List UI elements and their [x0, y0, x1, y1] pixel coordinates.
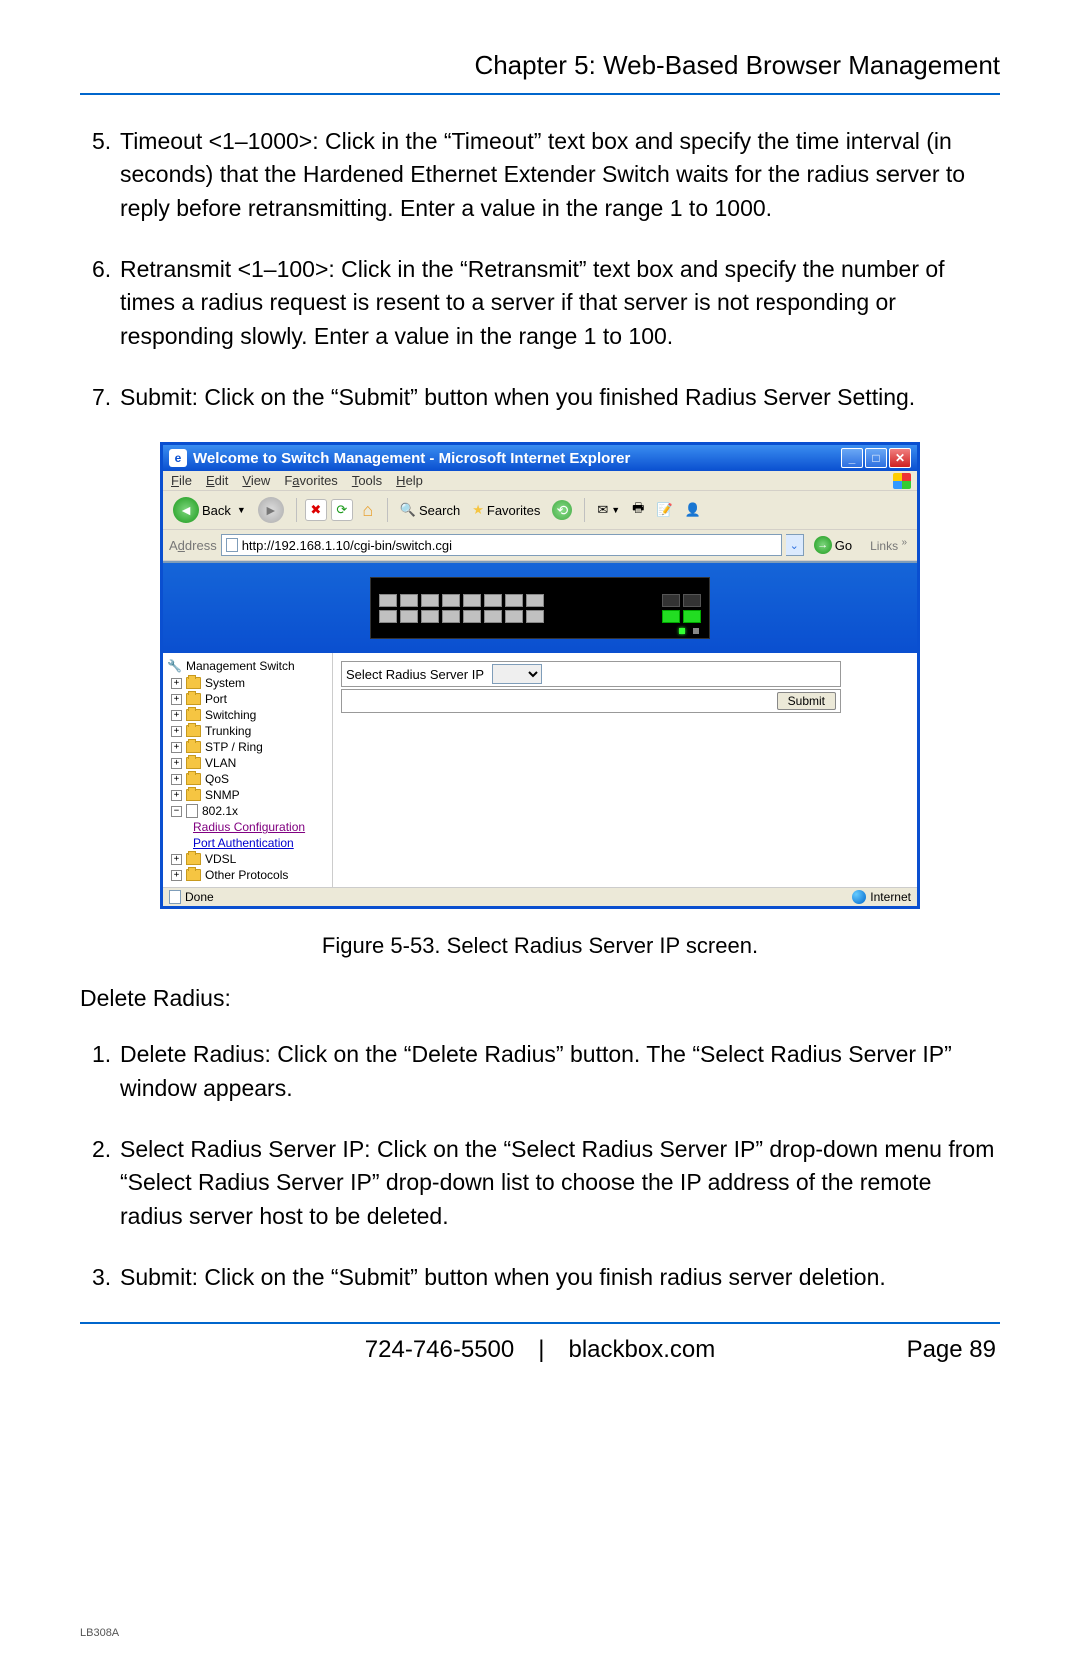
- figure-caption: Figure 5-53. Select Radius Server IP scr…: [80, 933, 1000, 959]
- item-number: 6.: [92, 253, 120, 353]
- status-text: Done: [185, 890, 214, 904]
- home-button[interactable]: ⌂: [357, 499, 379, 521]
- address-bar: Address http://192.168.1.10/cgi-bin/swit…: [163, 530, 917, 561]
- menu-bar: File Edit View Favorites Tools Help: [163, 471, 917, 490]
- status-bar: Done Internet: [163, 887, 917, 906]
- tree-item-other-protocols[interactable]: +Other Protocols: [163, 867, 332, 883]
- edit-button[interactable]: 📝: [652, 500, 676, 520]
- menu-help[interactable]: Help: [396, 473, 423, 488]
- body-top: 5.Timeout <1–1000>: Click in the “Timeou…: [92, 125, 1000, 414]
- address-label: Address: [169, 538, 217, 553]
- toolbar: ◄Back▼ ► ✖ ⟳ ⌂ 🔍Search ★Favorites ⟲ ✉▼ 🖶…: [163, 490, 917, 530]
- tree-item-switching[interactable]: +Switching: [163, 707, 332, 723]
- model-number: LB308A: [80, 1627, 119, 1639]
- form-label: Select Radius Server IP: [346, 667, 484, 682]
- footer-contact: 724-746-5500 | blackbox.com: [204, 1336, 876, 1364]
- favorites-button[interactable]: ★Favorites: [468, 500, 544, 520]
- browser-window: e Welcome to Switch Management - Microso…: [160, 442, 920, 909]
- item-text: Retransmit <1–100>: Click in the “Retran…: [120, 253, 1000, 353]
- submit-button[interactable]: Submit: [777, 692, 836, 710]
- tree-link-radius-config[interactable]: Radius Configuration: [193, 819, 332, 835]
- address-dropdown[interactable]: ⌄: [786, 534, 804, 556]
- forward-button[interactable]: ►: [254, 495, 288, 525]
- item-number: 5.: [92, 125, 120, 225]
- tree-item-snmp[interactable]: +SNMP: [163, 787, 332, 803]
- menu-edit[interactable]: Edit: [206, 473, 228, 488]
- switch-device-graphic: [370, 577, 710, 639]
- maximize-button[interactable]: □: [865, 448, 887, 468]
- windows-flag-icon: [893, 473, 911, 489]
- item-text: Timeout <1–1000>: Click in the “Timeout”…: [120, 125, 1000, 225]
- menu-file[interactable]: File: [171, 473, 192, 488]
- rule-top: [80, 93, 1000, 95]
- minimize-button[interactable]: _: [841, 448, 863, 468]
- back-button[interactable]: ◄Back▼: [169, 495, 250, 525]
- item-text: Submit: Click on the “Submit” button whe…: [120, 381, 1000, 414]
- tree-item-system[interactable]: +System: [163, 675, 332, 691]
- messenger-button[interactable]: 👤: [681, 500, 705, 520]
- menu-favorites[interactable]: Favorites: [284, 473, 337, 488]
- address-input[interactable]: http://192.168.1.10/cgi-bin/switch.cgi: [221, 534, 782, 556]
- tree-root[interactable]: 🔧 Management Switch: [163, 657, 332, 675]
- device-banner: [163, 563, 917, 653]
- url-text: http://192.168.1.10/cgi-bin/switch.cgi: [242, 538, 452, 553]
- page-number: Page 89: [876, 1336, 996, 1364]
- chapter-title: Chapter 5: Web-Based Browser Management: [80, 50, 1000, 81]
- print-button[interactable]: 🖶: [628, 497, 648, 523]
- tree-item-vlan[interactable]: +VLAN: [163, 755, 332, 771]
- search-button[interactable]: 🔍Search: [396, 500, 464, 520]
- tree-item-port[interactable]: +Port: [163, 691, 332, 707]
- tree-item-qos[interactable]: +QoS: [163, 771, 332, 787]
- links-label[interactable]: Links »: [866, 537, 911, 553]
- item-number: 3.: [92, 1261, 120, 1294]
- item-text: Select Radius Server IP: Click on the “S…: [120, 1133, 1000, 1233]
- rule-bottom: [80, 1322, 1000, 1324]
- zone-text: Internet: [870, 890, 911, 904]
- tool-icon: 🔧: [167, 659, 182, 673]
- tree-link-port-auth[interactable]: Port Authentication: [193, 835, 332, 851]
- radius-ip-select[interactable]: [492, 664, 542, 684]
- internet-zone-icon: [852, 890, 866, 904]
- refresh-button[interactable]: ⟳: [331, 499, 353, 521]
- stop-button[interactable]: ✖: [305, 499, 327, 521]
- item-number: 1.: [92, 1038, 120, 1105]
- nav-tree: 🔧 Management Switch +System +Port +Switc…: [163, 653, 333, 887]
- mail-button[interactable]: ✉▼: [593, 500, 624, 520]
- delete-radius-heading: Delete Radius:: [80, 985, 1000, 1012]
- ie-icon: e: [169, 449, 187, 467]
- item-number: 7.: [92, 381, 120, 414]
- window-titlebar: e Welcome to Switch Management - Microso…: [163, 445, 917, 471]
- body-bottom: 1.Delete Radius: Click on the “Delete Ra…: [92, 1038, 1000, 1294]
- tree-item-vdsl[interactable]: +VDSL: [163, 851, 332, 867]
- content-pane: Select Radius Server IP Submit: [333, 653, 917, 887]
- item-number: 2.: [92, 1133, 120, 1233]
- menu-view[interactable]: View: [242, 473, 270, 488]
- history-button[interactable]: ⟲: [548, 498, 576, 522]
- submit-row: Submit: [341, 689, 841, 713]
- item-text: Submit: Click on the “Submit” button whe…: [120, 1261, 1000, 1294]
- status-doc-icon: [169, 890, 181, 904]
- go-button[interactable]: →Go: [808, 535, 858, 555]
- tree-item-stp-ring[interactable]: +STP / Ring: [163, 739, 332, 755]
- tree-item-8021x[interactable]: −802.1x: [163, 803, 332, 819]
- select-radius-row: Select Radius Server IP: [341, 661, 841, 687]
- item-text: Delete Radius: Click on the “Delete Radi…: [120, 1038, 1000, 1105]
- window-title: Welcome to Switch Management - Microsoft…: [193, 450, 630, 467]
- tree-item-trunking[interactable]: +Trunking: [163, 723, 332, 739]
- page-icon: [226, 538, 238, 552]
- page-footer: 724-746-5500 | blackbox.com Page 89: [80, 1336, 1000, 1364]
- close-button[interactable]: ✕: [889, 448, 911, 468]
- menu-tools[interactable]: Tools: [352, 473, 382, 488]
